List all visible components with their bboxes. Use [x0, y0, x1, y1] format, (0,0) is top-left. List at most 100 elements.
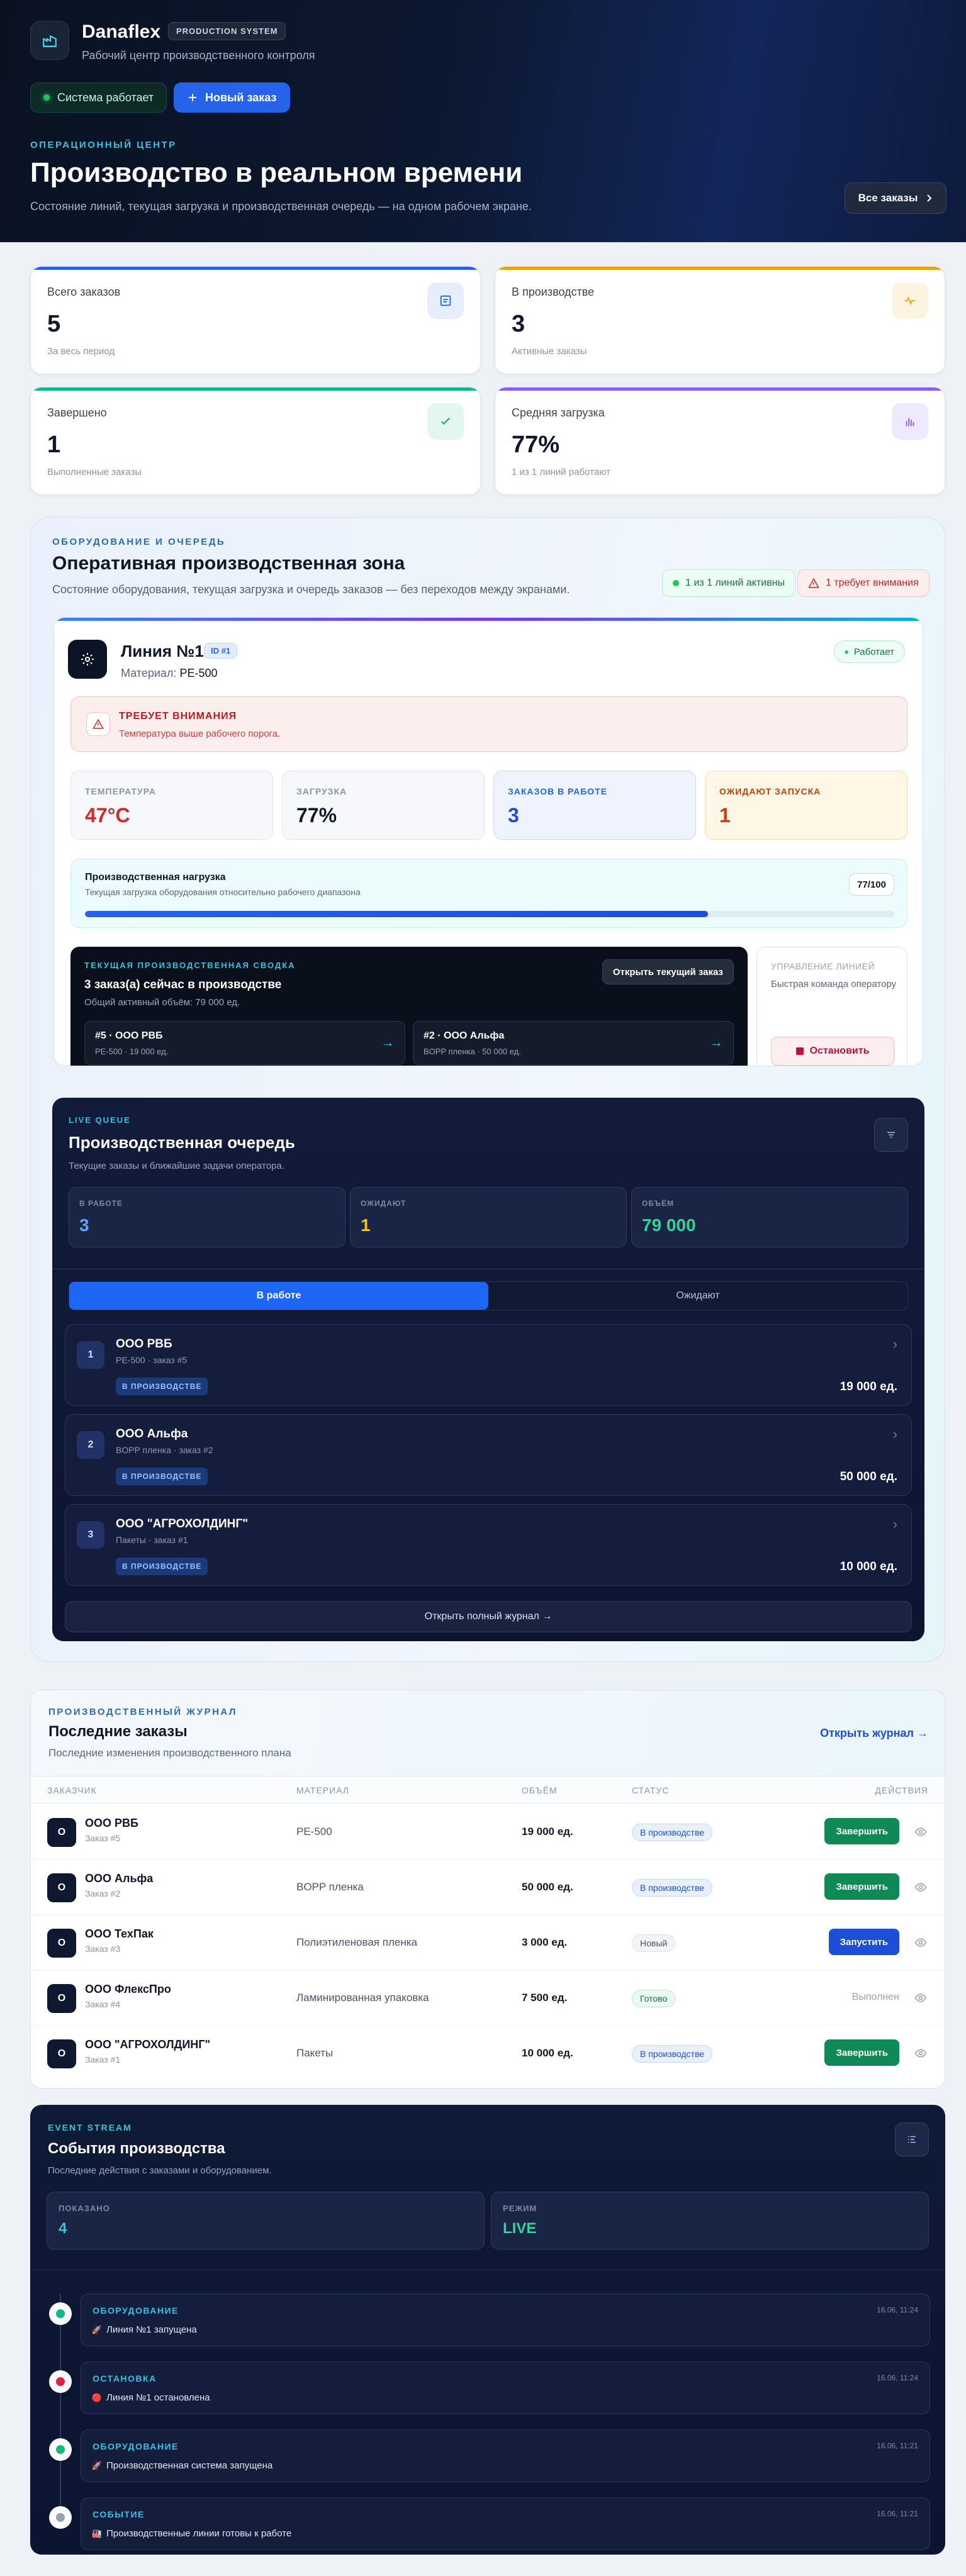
orders-kicker: ПРОИЗВОДСТВЕННЫЙ ЖУРНАЛ: [48, 1707, 237, 1717]
stat-accent-bar: [31, 267, 480, 270]
queue-item-name: ООО Альфа: [116, 1427, 188, 1441]
rocket-icon: 🚀: [91, 2324, 103, 2334]
events-stat-shown: ПОКАЗАНО 4: [47, 2192, 485, 2250]
stat-value: 3: [512, 311, 525, 337]
stat-accent-bar: [495, 267, 945, 270]
line-control-panel: УПРАВЛЕНИЕ ЛИНИЕЙ Быстрая команда операт…: [756, 947, 907, 1066]
alert-text: Температура выше рабочего порога.: [119, 728, 281, 739]
load-badge: 77/100: [849, 873, 894, 896]
load-title: Производственная нагрузка: [85, 872, 226, 883]
orders-header: ПРОИЗВОДСТВЕННЫЙ ЖУРНАЛ Последние заказы…: [31, 1690, 945, 1776]
alert-title: ТРЕБУЕТ ВНИМАНИЯ: [119, 711, 237, 722]
completed-label: Выполнен: [851, 1992, 899, 2002]
customer-name: ООО "АГРОХОЛДИНГ": [85, 2038, 211, 2051]
order-number: Заказ #3: [85, 1944, 121, 1954]
zone-description: Состояние оборудования, текущая загрузка…: [52, 583, 570, 596]
timeline-dot: [49, 2370, 72, 2393]
column-header: ОБЪЁМ: [522, 1785, 558, 1795]
stop-label: Остановить: [809, 1045, 870, 1056]
queue-stat-awaiting: ОЖИДАЮТ 1: [350, 1187, 627, 1247]
queue-item[interactable]: 3 ООО "АГРОХОЛДИНГ" Пакеты · заказ #1 В …: [65, 1504, 912, 1586]
material-value: PE-500: [179, 667, 218, 679]
event-text: Линия №1 остановлена: [106, 2392, 210, 2403]
metric-awaiting: ОЖИДАЮТ ЗАПУСКА 1: [705, 771, 907, 840]
control-subtitle: Быстрая команда оператору: [771, 979, 897, 990]
status-badge: Новый: [632, 1934, 676, 1952]
stat-value: 1: [47, 432, 61, 458]
queue-item[interactable]: 1 ООО РВБ PE-500 · заказ #5 В ПРОИЗВОДСТ…: [65, 1324, 912, 1406]
new-order-button[interactable]: Новый заказ: [174, 82, 291, 113]
document-icon: [427, 282, 464, 319]
stop-line-button[interactable]: Остановить: [771, 1037, 894, 1066]
open-current-order-button[interactable]: Открыть текущий заказ: [602, 959, 734, 984]
all-orders-button[interactable]: Все заказы: [845, 182, 946, 214]
chevron-right-icon: ›: [892, 1426, 897, 1442]
metric-value: 1: [719, 804, 731, 827]
queue-item-sub: BOPP пленка · заказ #2: [116, 1445, 213, 1455]
column-header: ЗАКАЗЧИК: [47, 1785, 97, 1795]
list-menu-icon[interactable]: [895, 2122, 929, 2156]
open-journal-link[interactable]: Открыть журнал →: [820, 1727, 928, 1740]
order-number: Заказ #5: [85, 1833, 121, 1843]
brand-subtitle: Рабочий центр производственного контроля: [82, 49, 315, 62]
queue-item-number: 2: [77, 1431, 104, 1459]
events-kicker: EVENT STREAM: [48, 2122, 132, 2133]
stat-sub: Активные заказы: [512, 346, 587, 357]
queue-stat-label: ОЖИДАЮТ: [361, 1199, 407, 1208]
all-orders-label: Все заказы: [858, 192, 918, 204]
stat-value: 77%: [512, 432, 560, 458]
queue-item-number: 3: [77, 1521, 104, 1549]
eye-icon[interactable]: [913, 1935, 928, 1950]
eye-icon[interactable]: [913, 1824, 928, 1839]
eye-icon[interactable]: [913, 1880, 928, 1895]
hero-kicker: ОПЕРАЦИОННЫЙ ЦЕНТР: [30, 140, 177, 150]
eye-icon[interactable]: [913, 1990, 928, 2005]
chevron-right-icon: [927, 194, 932, 202]
event-time: 16.06, 11:24: [877, 2373, 918, 2382]
material-label: Материал:: [121, 667, 177, 679]
production-summary: ТЕКУЩАЯ ПРОИЗВОДСТВЕННАЯ СВОДКА 3 заказ(…: [70, 947, 748, 1066]
order-volume: 19 000 ед.: [522, 1826, 573, 1837]
arrow-right-icon: →: [709, 1034, 723, 1050]
finish-order-button[interactable]: Завершить: [824, 2039, 899, 2066]
active-order-chip[interactable]: #2 · ООО Альфа BOPP пленка · 50 000 ед. …: [413, 1021, 734, 1065]
table-row: О ООО ФлексПро Заказ #4 Ламинированная у…: [31, 1970, 945, 2026]
open-full-journal-button[interactable]: Открыть полный журнал →: [65, 1601, 912, 1632]
stat-card-in-production: В производстве 3 Активные заказы: [495, 266, 945, 374]
chip-subtitle: PE-500 · 19 000 ед.: [95, 1047, 169, 1056]
queue-item-tag: В ПРОИЗВОДСТВЕ: [116, 1558, 208, 1575]
order-volume: 50 000 ед.: [522, 1881, 573, 1893]
factory-logo-icon: [30, 21, 69, 60]
timeline-dot: [49, 2302, 72, 2325]
event-message: 🏭 Производственные линии готовы к работе: [91, 2528, 291, 2539]
stat-sub: 1 из 1 линий работают: [512, 467, 610, 477]
order-material: BOPP пленка: [296, 1881, 364, 1893]
queue-title: Производственная очередь: [69, 1133, 295, 1152]
tab-in-work[interactable]: В работе: [69, 1282, 488, 1310]
order-material: PE-500: [296, 1826, 332, 1837]
active-order-chip[interactable]: #5 · ООО РВБ PE-500 · 19 000 ед. →: [84, 1021, 405, 1065]
arrow-right-icon: →: [381, 1034, 395, 1050]
sort-menu-icon[interactable]: [874, 1118, 908, 1152]
tab-awaiting[interactable]: Ожидают: [488, 1282, 907, 1310]
factory-icon: 🏭: [91, 2528, 103, 2538]
eye-icon[interactable]: [913, 2046, 928, 2061]
stat-accent-bar: [495, 388, 945, 391]
finish-order-button[interactable]: Завершить: [824, 1818, 899, 1844]
event-stream: EVENT STREAM События производства Послед…: [30, 2105, 945, 2555]
stat-card-avg-load: Средняя загрузка 77% 1 из 1 линий работа…: [495, 387, 945, 495]
new-order-label: Новый заказ: [205, 91, 277, 104]
column-header: СТАТУС: [632, 1785, 670, 1795]
finish-order-button[interactable]: Завершить: [824, 1873, 899, 1900]
chevron-right-icon: ›: [892, 1516, 897, 1532]
event-item: ОБОРУДОВАНИЕ 🚀 Производственная система …: [81, 2429, 930, 2482]
queue-item-name: ООО РВБ: [116, 1337, 172, 1351]
start-order-button[interactable]: Запустить: [828, 1929, 899, 1955]
summary-kicker: ТЕКУЩАЯ ПРОИЗВОДСТВЕННАЯ СВОДКА: [84, 961, 296, 970]
event-message: 🔴 Линия №1 остановлена: [92, 2392, 210, 2403]
queue-item[interactable]: 2 ООО Альфа BOPP пленка · заказ #2 В ПРО…: [65, 1414, 912, 1496]
status-dot-icon: ●: [844, 647, 849, 656]
attention-label: 1 требует внимания: [826, 577, 919, 588]
operational-zone: ОБОРУДОВАНИЕ И ОЧЕРЕДЬ Оперативная произ…: [30, 517, 945, 1662]
stat-label: Завершено: [47, 406, 107, 419]
